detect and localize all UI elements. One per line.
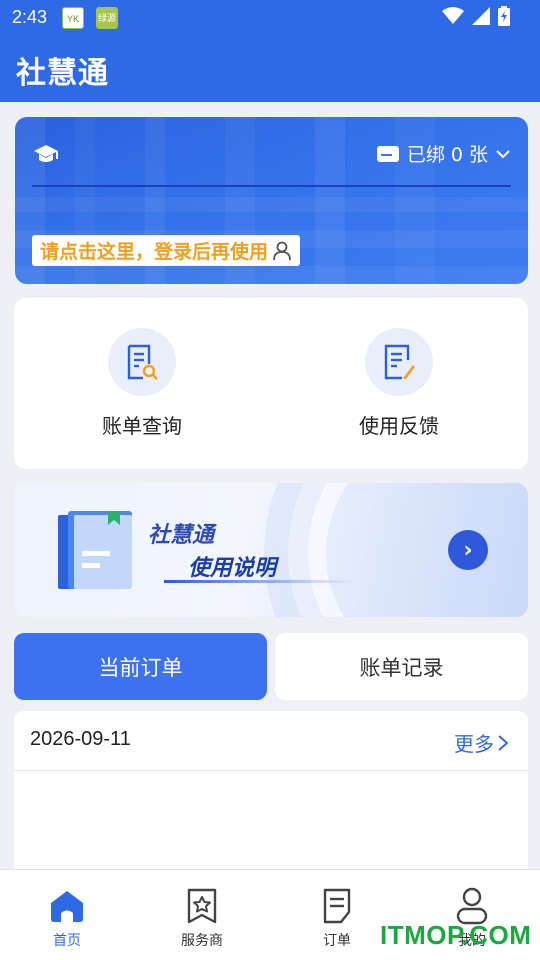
wifi-icon <box>442 7 464 24</box>
nav-label-providers: 服务商 <box>181 933 223 949</box>
bill-query-label: 账单查询 <box>102 414 182 438</box>
tab-bill-records[interactable]: 账单记录 <box>275 633 528 700</box>
quick-actions-panel: 账单查询 使用反馈 <box>14 298 528 469</box>
status-icons <box>442 6 510 26</box>
nav-item-home[interactable]: 首页 <box>17 886 117 950</box>
bill-query-icon-circle <box>108 328 176 396</box>
login-prompt-text: 请点击这里，登录后再使用 <box>40 241 269 263</box>
status-time: 2:43 <box>12 7 48 27</box>
user-guide-banner[interactable]: 社慧通 使用说明 › <box>14 483 528 617</box>
chevron-right-icon <box>498 734 509 751</box>
bill-query-button[interactable]: 账单查询 <box>72 328 212 439</box>
nav-label-orders: 订单 <box>323 933 351 949</box>
card-divider <box>32 185 511 187</box>
user-icon <box>273 241 291 260</box>
book-icon <box>58 511 132 589</box>
document-icon <box>323 888 351 924</box>
bound-cards-label: 已绑 0 张 <box>406 144 488 166</box>
feedback-label: 使用反馈 <box>359 414 439 438</box>
guide-underline <box>164 580 354 583</box>
signal-icon <box>472 7 490 25</box>
chevron-right-icon[interactable]: › <box>448 530 488 570</box>
nav-item-providers[interactable]: 服务商 <box>152 886 252 950</box>
notification-app-icon: YK <box>62 7 84 29</box>
login-prompt-button[interactable]: 请点击这里，登录后再使用 <box>32 235 301 266</box>
card-icon <box>376 145 399 162</box>
bound-cards-selector[interactable]: 已绑 0 张 <box>376 140 510 167</box>
more-link[interactable]: 更多 <box>454 728 510 757</box>
graduation-cap-icon <box>34 145 58 162</box>
guide-subtitle: 使用说明 <box>188 556 277 581</box>
home-icon <box>51 891 83 922</box>
app-title: 社慧通 <box>16 56 109 91</box>
feedback-icon-circle <box>365 328 433 396</box>
order-divider <box>14 770 528 771</box>
bill-search-icon <box>127 344 158 380</box>
more-label: 更多 <box>454 732 494 756</box>
nav-item-orders[interactable]: 订单 <box>287 886 387 950</box>
feedback-button[interactable]: 使用反馈 <box>329 328 469 439</box>
star-badge-icon <box>187 888 217 924</box>
guide-title: 社慧通 <box>148 523 215 548</box>
app-header: 2:43 YK 绿源 社慧通 <box>0 0 540 102</box>
orders-panel: 2026-09-11 更多 <box>14 711 528 881</box>
notification-app-icon-2: 绿源 <box>96 7 118 29</box>
feedback-edit-icon <box>384 344 415 380</box>
tab-current-orders[interactable]: 当前订单 <box>14 633 267 700</box>
battery-icon <box>498 6 510 26</box>
nav-label-home: 首页 <box>53 933 81 949</box>
membership-card[interactable]: 已绑 0 张 请点击这里，登录后再使用 <box>15 117 528 284</box>
banner-decoration <box>308 483 528 617</box>
order-date: 2026-09-11 <box>30 728 131 750</box>
chevron-down-icon <box>496 149 510 158</box>
watermark: ITMOP.COM <box>380 920 532 950</box>
